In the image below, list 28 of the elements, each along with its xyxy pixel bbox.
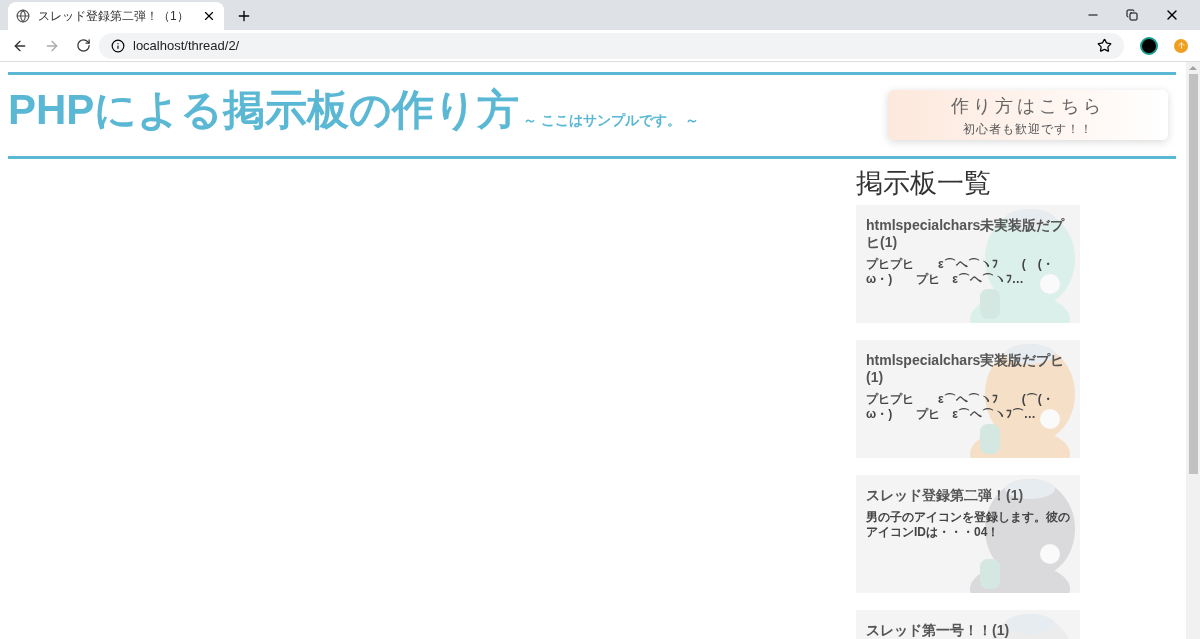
thread-excerpt: プヒプヒ ε⌒ヘ⌒ヽﾌ ( (・ω・) プヒ ε⌒ヘ⌒ヽﾌ… <box>866 256 1055 287</box>
profile-avatar[interactable] <box>1140 36 1158 55</box>
thread-title: htmlspecialchars実装版だプヒ(1) <box>866 351 1066 386</box>
url-text: localhost/thread/2/ <box>133 36 241 55</box>
browser-tab[interactable]: スレッド登録第二弾！（1） <box>8 2 224 30</box>
thread-card[interactable]: スレッド登録第二弾！(1) 男の子のアイコンを登録します。彼のアイコンIDは・・・04！ <box>856 474 1080 593</box>
thread-excerpt: プヒプヒ ε⌒ヘ⌒ヽﾌ (⌒(・ω・) プヒ ε⌒ヘ⌒ヽﾌ⌒… <box>866 391 1055 422</box>
star-icon[interactable] <box>1097 38 1112 53</box>
globe-icon <box>16 9 30 23</box>
scrollbar[interactable] <box>1186 62 1200 639</box>
tab-title: スレッド登録第二弾！（1） <box>38 8 190 25</box>
thread-title: スレッド第一号！！(1) <box>866 621 1010 639</box>
address-bar[interactable]: localhost/thread/2/ <box>99 32 1124 59</box>
reload-icon[interactable] <box>76 38 91 53</box>
site-title: PHPによる掲示板の作り方 <box>8 89 520 131</box>
info-icon <box>111 38 125 53</box>
thread-title: htmlspecialchars未実装版だプヒ(1) <box>866 216 1066 251</box>
close-icon[interactable] <box>202 9 216 23</box>
thread-card[interactable]: htmlspecialchars未実装版だプヒ(1) プヒプヒ ε⌒ヘ⌒ヽﾌ ( (・ω・) プヒ ε⌒ヘ⌒ヽﾌ… <box>856 204 1080 323</box>
new-tab-icon[interactable] <box>236 8 252 24</box>
guide-button[interactable]: 作り方はこちら 初心者も歓迎です！！ <box>888 90 1168 140</box>
thread-card[interactable]: スレッド第一号！！(1) <box>856 609 1080 639</box>
thread-title: スレッド登録第二弾！(1) <box>866 486 1024 504</box>
sidebar-heading: 掲示板一覧 <box>856 167 992 200</box>
restore-icon[interactable] <box>1126 9 1138 21</box>
thread-card[interactable]: htmlspecialchars実装版だプヒ(1) プヒプヒ ε⌒ヘ⌒ヽﾌ (⌒(・ω・) プヒ ε⌒ヘ⌒ヽﾌ⌒… <box>856 339 1080 458</box>
thread-excerpt: 男の子のアイコンを登録します。彼のアイコンIDは・・・04！ <box>866 509 1070 540</box>
site-subtitle: ～ ここはサンプルです。 ～ <box>523 111 700 130</box>
